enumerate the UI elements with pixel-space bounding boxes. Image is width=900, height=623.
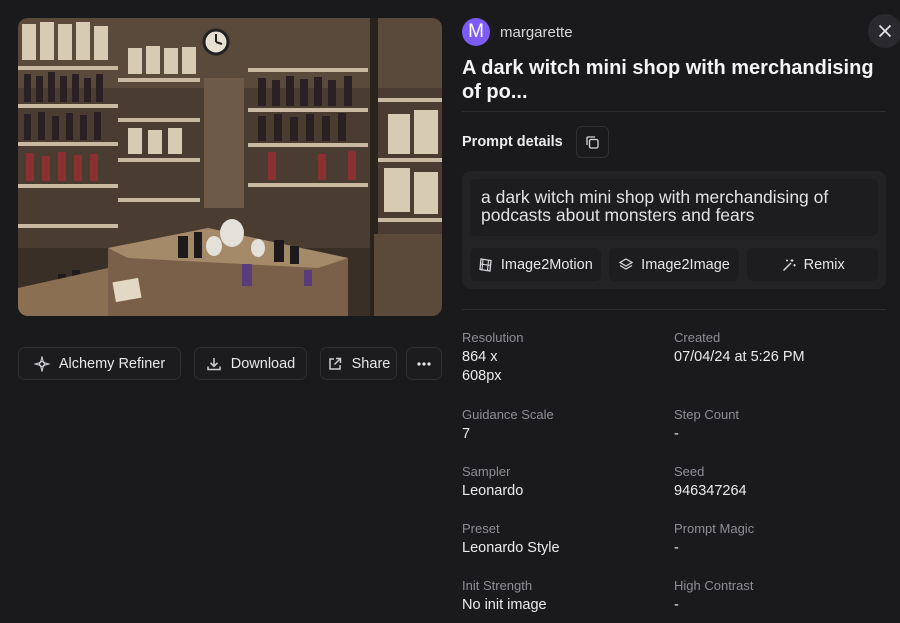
image-actions: Alchemy Refiner Download Share — [18, 347, 442, 380]
image-title: A dark witch mini shop with merchandisin… — [462, 57, 874, 103]
layers-icon — [618, 257, 634, 270]
detail-resolution: Resolution 864 x 608px — [462, 330, 674, 407]
detail-label: Guidance Scale — [462, 407, 554, 422]
details-panel: M margarette A dark witch mini shop with… — [462, 14, 900, 623]
share-icon — [328, 357, 341, 370]
more-options-button[interactable] — [406, 347, 442, 380]
prompt-box: a dark witch mini shop with merchandisin… — [462, 171, 886, 289]
detail-label: Preset — [462, 521, 500, 536]
detail-preset: Preset Leonardo Style — [462, 521, 674, 578]
generated-image[interactable] — [18, 18, 442, 316]
detail-label: Resolution — [462, 330, 524, 345]
prompt-header: Prompt details — [462, 126, 886, 158]
prompt-actions: Image2Motion Image2Image Remix — [470, 248, 879, 281]
remix-button[interactable]: Remix — [747, 248, 879, 281]
download-label: Download — [230, 355, 296, 372]
detail-step-count: Step Count - — [674, 407, 886, 464]
share-label: Share — [351, 355, 391, 372]
detail-high-contrast: High Contrast - — [674, 578, 886, 623]
image-panel: Alchemy Refiner Download Share — [18, 18, 442, 380]
detail-value: - — [674, 426, 679, 442]
user-info: M margarette — [462, 18, 886, 46]
detail-value: Leonardo — [462, 483, 524, 499]
image2motion-label: Image2Motion — [500, 256, 593, 273]
detail-value: 07/04/24 at 5:26 PM — [674, 349, 805, 365]
remix-label: Remix — [803, 256, 845, 273]
username[interactable]: margarette — [500, 24, 573, 41]
detail-value: No init image — [462, 597, 547, 613]
detail-seed: Seed 946347264 — [674, 464, 886, 521]
prompt-details-label: Prompt details — [462, 134, 563, 150]
detail-label: Init Strength — [462, 578, 533, 593]
copy-prompt-button[interactable] — [575, 126, 609, 158]
details-grid: Resolution 864 x 608px Created 07/04/24 … — [462, 330, 886, 623]
detail-sampler: Sampler Leonardo — [462, 464, 674, 521]
detail-value: - — [674, 597, 679, 613]
detail-value: Leonardo Style — [462, 540, 560, 556]
detail-label: Created — [674, 330, 721, 345]
divider — [462, 309, 886, 310]
detail-value: 7 — [462, 426, 471, 442]
close-button[interactable] — [868, 14, 900, 48]
divider — [462, 111, 886, 112]
detail-prompt-magic: Prompt Magic - — [674, 521, 886, 578]
download-icon — [207, 357, 221, 370]
alchemy-icon — [33, 355, 50, 372]
alchemy-refiner-button[interactable]: Alchemy Refiner — [18, 347, 181, 380]
download-button[interactable]: Download — [194, 347, 307, 380]
detail-guidance-scale: Guidance Scale 7 — [462, 407, 674, 464]
detail-init-strength: Init Strength No init image — [462, 578, 674, 623]
detail-value: 864 x 608px — [462, 349, 502, 384]
copy-icon — [586, 135, 599, 149]
detail-label: Prompt Magic — [674, 521, 755, 536]
detail-label: Sampler — [462, 464, 511, 479]
detail-created: Created 07/04/24 at 5:26 PM — [674, 330, 886, 407]
image2image-label: Image2Image — [641, 256, 730, 273]
detail-value: - — [674, 540, 679, 556]
close-icon — [878, 24, 892, 38]
detail-value: 946347264 — [674, 483, 747, 499]
more-dots-icon — [417, 361, 431, 366]
detail-label: Seed — [674, 464, 705, 479]
film-icon — [479, 257, 492, 272]
magic-wand-icon — [782, 258, 796, 271]
prompt-text: a dark witch mini shop with merchandisin… — [470, 179, 878, 236]
share-button[interactable]: Share — [320, 347, 397, 380]
image2motion-button[interactable]: Image2Motion — [470, 248, 601, 281]
shop-illustration — [18, 18, 442, 316]
avatar[interactable]: M — [462, 18, 490, 46]
detail-label: Step Count — [674, 407, 740, 422]
alchemy-refiner-label: Alchemy Refiner — [58, 355, 166, 372]
detail-label: High Contrast — [674, 578, 754, 593]
image2image-button[interactable]: Image2Image — [608, 248, 740, 281]
